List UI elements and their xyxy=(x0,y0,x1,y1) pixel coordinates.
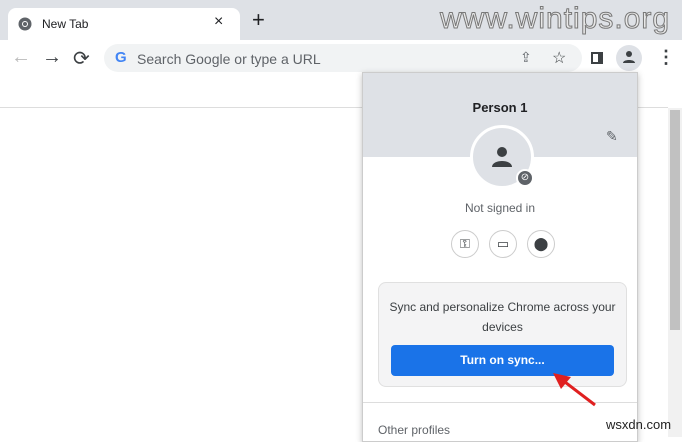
reload-button[interactable]: ⟳ xyxy=(73,46,90,71)
sync-promo-text: Sync and personalize Chrome across your … xyxy=(389,300,616,334)
profile-name: Person 1 xyxy=(472,100,528,115)
share-icon[interactable]: ⇪ xyxy=(520,49,532,66)
side-panel-icon[interactable] xyxy=(591,52,603,64)
edit-pencil-icon[interactable]: ✎ xyxy=(606,128,618,145)
tab-title: New Tab xyxy=(42,17,89,31)
sign-in-status: Not signed in xyxy=(464,201,536,215)
payment-card-icon[interactable]: ▭ xyxy=(489,230,517,258)
other-profiles-heading: Other profiles xyxy=(378,423,451,437)
menu-icon[interactable]: ⋮ xyxy=(657,47,675,68)
passwords-key-icon[interactable]: ⚿ xyxy=(451,230,479,258)
red-arrow-annotation xyxy=(553,373,596,407)
addresses-location-icon[interactable]: ⬤ xyxy=(527,230,555,258)
watermark: wsxdn.com xyxy=(606,417,672,432)
new-tab-button[interactable]: + xyxy=(252,9,265,31)
google-icon: G xyxy=(115,49,127,66)
sync-off-icon: ⊘ xyxy=(516,169,534,187)
tab-new-tab[interactable]: New Tab × xyxy=(8,8,240,40)
back-button[interactable]: ← xyxy=(11,46,31,69)
star-icon[interactable]: ☆ xyxy=(552,48,566,68)
watermark: www.wintips.org xyxy=(439,2,671,36)
omnibox-placeholder: Search Google or type a URL xyxy=(137,51,321,67)
scrollbar-thumb[interactable] xyxy=(670,110,680,330)
omnibox[interactable]: G Search Google or type a URL ⇪ ☆ xyxy=(104,44,582,72)
chrome-icon xyxy=(18,17,32,31)
forward-button[interactable]: → xyxy=(42,46,62,69)
person-icon xyxy=(492,147,512,167)
profile-button[interactable] xyxy=(616,45,642,71)
person-icon xyxy=(623,51,635,63)
tab-close-button[interactable]: × xyxy=(214,13,223,31)
